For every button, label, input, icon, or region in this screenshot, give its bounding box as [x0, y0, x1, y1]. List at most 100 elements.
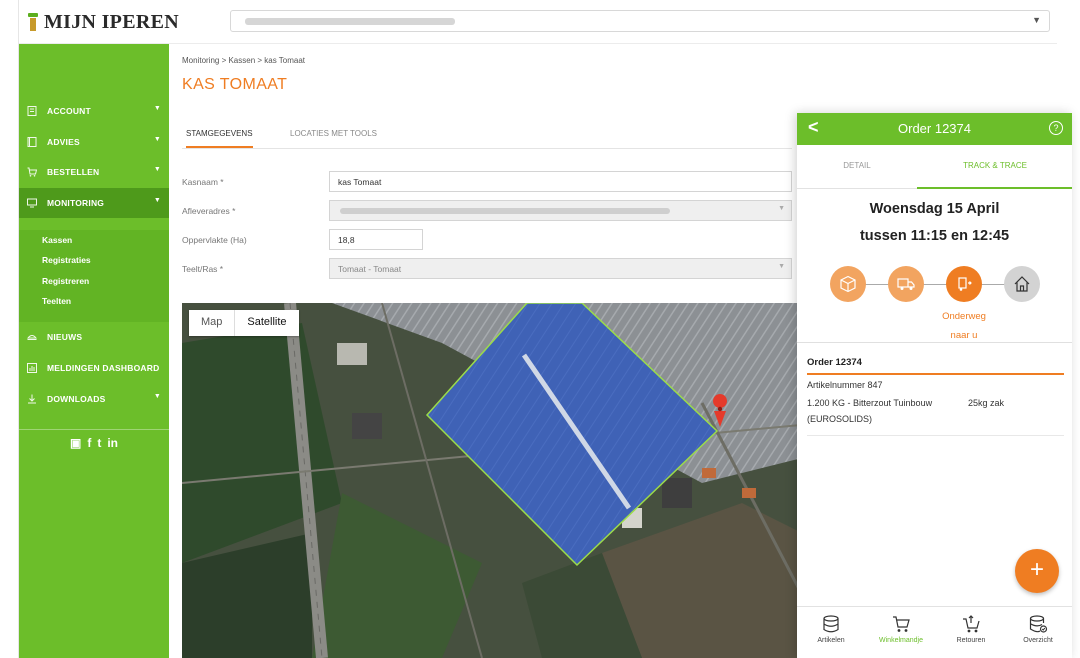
- sidebar: ACCOUNT ▼ ADVIES ▼ BESTELLEN ▼ MONITORIN…: [19, 44, 169, 658]
- step-packed: [830, 266, 866, 302]
- step-on-the-way: [946, 266, 982, 302]
- breadcrumb[interactable]: Monitoring > Kassen > kas Tomaat: [182, 56, 305, 65]
- sidebar-item-downloads[interactable]: DOWNLOADS ▼: [19, 384, 169, 414]
- order-summary: Order 12374 Artikelnummer 847 1.200 KG -…: [807, 357, 1064, 436]
- client-select-value: [245, 18, 455, 25]
- order-line-packaging: 25kg zak: [967, 398, 1004, 408]
- afleveradres-label: Afleveradres *: [182, 206, 236, 216]
- map-option-satellite[interactable]: Satellite: [234, 310, 298, 336]
- overview-icon: [1029, 615, 1048, 633]
- divider: [807, 435, 1064, 436]
- page-title: KAS TOMAAT: [182, 76, 288, 93]
- divider: [797, 342, 1072, 343]
- help-icon[interactable]: ?: [1049, 121, 1063, 135]
- mobile-title: Order 12374: [898, 121, 971, 136]
- chevron-down-icon: ▼: [153, 136, 161, 143]
- tab-bar: STAMGEGEVENS LOCATIES MET TOOLS: [182, 122, 792, 149]
- news-icon: [27, 335, 37, 340]
- chevron-down-icon: ▼: [153, 393, 161, 400]
- sidebar-item-advies[interactable]: ADVIES ▼: [19, 127, 169, 157]
- chevron-down-icon: ▼: [153, 105, 161, 112]
- teelt-select[interactable]: Tomaat - Tomaat ▼: [329, 258, 792, 279]
- nav-winkelmandje[interactable]: Winkelmandje: [867, 614, 935, 644]
- map-type-toggle: Map Satellite: [189, 310, 299, 336]
- current-status-label: Onderweg naar u: [917, 307, 1011, 345]
- mobile-header: < Order 12374 ?: [797, 113, 1072, 145]
- nav-label: Winkelmandje: [879, 637, 923, 644]
- sidebar-item-account[interactable]: ACCOUNT ▼: [19, 96, 169, 126]
- order-number: Order 12374: [807, 357, 1064, 375]
- download-icon: [28, 394, 36, 404]
- facebook-icon[interactable]: f: [87, 436, 91, 450]
- package-icon: [840, 275, 856, 293]
- user-icon: [27, 106, 37, 116]
- logo[interactable]: MIJN IPEREN: [27, 10, 179, 34]
- satellite-map[interactable]: Map Satellite: [182, 303, 822, 658]
- progress-line: [849, 284, 1019, 285]
- logo-icon: [27, 13, 39, 31]
- nav-label: Artikelen: [817, 637, 845, 644]
- truck-icon: [897, 278, 915, 290]
- monitoring-submenu: Kassen Registraties Registreren Teelten: [19, 230, 169, 322]
- satellite-map-image: [182, 303, 822, 658]
- submenu-item-kassen[interactable]: Kassen: [19, 230, 169, 250]
- sidebar-item-label: ACCOUNT: [47, 106, 91, 116]
- submenu-item-registreren[interactable]: Registreren: [19, 271, 169, 291]
- oppervlakte-field[interactable]: 18,8: [329, 229, 423, 250]
- linkedin-icon[interactable]: in: [107, 436, 118, 450]
- step-delivered: [1004, 266, 1040, 302]
- nav-overzicht[interactable]: Overzicht: [1004, 614, 1072, 644]
- caret-down-icon: ▼: [1032, 15, 1041, 25]
- teelt-value: Tomaat - Tomaat: [338, 264, 402, 274]
- order-line-supplier: (EUROSOLIDS): [807, 414, 873, 424]
- return-cart-icon: [963, 615, 980, 633]
- youtube-icon[interactable]: ▣: [70, 436, 81, 450]
- sidebar-item-bestellen[interactable]: BESTELLEN ▼: [19, 157, 169, 187]
- nav-artikelen[interactable]: Artikelen: [797, 614, 865, 644]
- sidebar-item-label: MELDINGEN DASHBOARD: [47, 363, 160, 373]
- mobile-tabs: DETAIL TRACK & TRACE: [797, 145, 1072, 189]
- sidebar-item-nieuws[interactable]: NIEUWS: [19, 322, 169, 352]
- delivery-date: Woensdag 15 April: [869, 201, 1000, 217]
- kasnaam-field[interactable]: kas Tomaat: [329, 171, 792, 192]
- tab-locaties-met-tools[interactable]: LOCATIES MET TOOLS: [290, 129, 377, 138]
- sidebar-item-label: ADVIES: [47, 137, 80, 147]
- dashboard-icon: [27, 363, 37, 373]
- twitter-icon[interactable]: t: [97, 436, 101, 450]
- cart-icon: [893, 616, 910, 632]
- submenu-item-teelten[interactable]: Teelten: [19, 291, 169, 311]
- add-button[interactable]: +: [1015, 549, 1059, 593]
- nav-label: Retouren: [956, 637, 986, 644]
- chevron-down-icon: ▼: [153, 197, 161, 204]
- nav-retouren[interactable]: Retouren: [937, 614, 1005, 644]
- caret-down-icon: ▼: [778, 263, 785, 270]
- mobile-app: < Order 12374 ? DETAIL TRACK & TRACE Woe…: [797, 113, 1072, 658]
- tab-track-and-trace[interactable]: TRACK & TRACE: [935, 161, 1055, 170]
- active-tab-indicator: [917, 187, 1072, 189]
- map-option-map[interactable]: Map: [189, 310, 234, 336]
- tab-stamgegevens[interactable]: STAMGEGEVENS: [186, 129, 253, 148]
- logo-text: MIJN IPEREN: [44, 10, 179, 33]
- client-select[interactable]: ▼: [230, 10, 1050, 32]
- chevron-down-icon: ▼: [153, 166, 161, 173]
- bottom-navigation: Artikelen Winkelmandje Retouren Overzich…: [797, 606, 1072, 658]
- sidebar-item-monitoring[interactable]: MONITORING ▼: [19, 188, 169, 218]
- book-icon: [27, 137, 37, 147]
- order-line-description: 1.200 KG - Bitterzout Tuinbouw: [807, 398, 933, 408]
- afleveradres-select[interactable]: ▼: [329, 200, 792, 221]
- caret-down-icon: ▼: [778, 205, 785, 212]
- step-shipped: [888, 266, 924, 302]
- submenu-item-registraties[interactable]: Registraties: [19, 250, 169, 270]
- top-bar: MIJN IPEREN ▼: [19, 0, 1057, 44]
- tab-detail[interactable]: DETAIL: [797, 161, 917, 170]
- sidebar-item-meldingen-dashboard[interactable]: MELDINGEN DASHBOARD: [19, 353, 169, 383]
- status-label-line-1: Onderweg: [942, 311, 986, 322]
- afleveradres-value: [340, 208, 670, 214]
- delivery-icon: [958, 277, 972, 291]
- social-links: ▣ f t in: [19, 429, 169, 450]
- sidebar-item-label: DOWNLOADS: [47, 394, 106, 404]
- cart-icon: [27, 167, 37, 177]
- oppervlakte-label: Oppervlakte (Ha): [182, 235, 247, 245]
- database-icon: [823, 615, 839, 633]
- sidebar-item-label: NIEUWS: [47, 332, 83, 342]
